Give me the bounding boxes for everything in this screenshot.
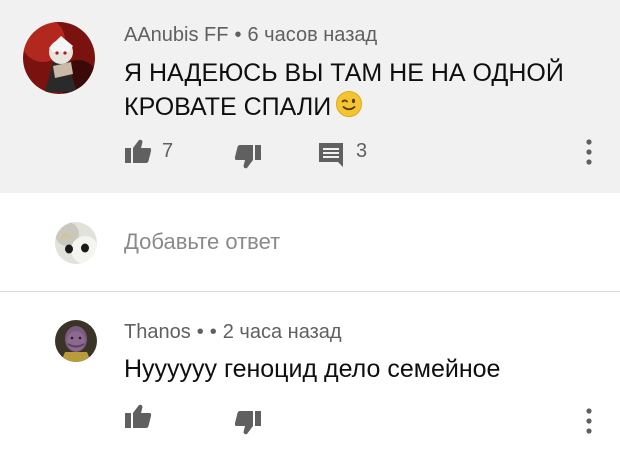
- comment-time: 6 часов назад: [247, 24, 378, 46]
- comment-text-line: КРОВАТЕ СПАЛИ: [124, 93, 332, 122]
- dislike-button[interactable]: [234, 144, 262, 170]
- comment-text-line: Я НАДЕЮСЬ ВЫ ТАМ НЕ НА ОДНОЙ: [124, 59, 564, 87]
- meta-separator: •: [234, 24, 242, 46]
- thumbs-up-icon: [124, 138, 152, 164]
- replies-button[interactable]: 3: [318, 139, 368, 168]
- comment-meta: Thanos • • 2 часа назад: [124, 321, 342, 344]
- comment-meta: AAnubis FF • 6 часов назад: [124, 24, 377, 47]
- more-options-icon[interactable]: [584, 138, 594, 171]
- add-reply-row: Добавьте ответ: [0, 193, 620, 292]
- winking-smiley-icon: [335, 90, 363, 127]
- like-button[interactable]: 7: [124, 138, 173, 164]
- author-name[interactable]: Thanos: [124, 321, 191, 343]
- author-name[interactable]: AAnubis FF: [124, 24, 228, 46]
- comment: Thanos • • 2 часа назад Нууууyy геноцид дел…: [0, 292, 620, 460]
- comment-bubble-icon: [318, 142, 344, 168]
- like-button[interactable]: [124, 403, 152, 429]
- comment-text: Я НАДЕЮСЬ ВЫ ТАМ НЕ НА ОДНОЙ КРОВАТЕ СПА…: [124, 56, 564, 127]
- comment-text: Нууууyy геноцид дело семейное: [124, 355, 501, 383]
- like-count: 7: [162, 139, 174, 162]
- meta-separator: •: [209, 321, 217, 343]
- more-options-icon[interactable]: [584, 407, 594, 440]
- thumbs-up-icon: [124, 403, 152, 429]
- avatar[interactable]: [55, 320, 97, 362]
- comment-text-line-with-emoji: КРОВАТЕ СПАЛИ: [124, 90, 564, 127]
- thumbs-down-icon: [234, 144, 262, 170]
- meta-separator: •: [196, 321, 204, 343]
- thumbs-down-icon: [234, 410, 262, 436]
- dislike-button[interactable]: [234, 410, 262, 436]
- avatar[interactable]: [23, 22, 95, 94]
- reply-count: 3: [356, 139, 368, 162]
- comment-time: 2 часа назад: [222, 321, 342, 343]
- add-reply-input[interactable]: Добавьте ответ: [124, 229, 280, 255]
- user-avatar: [55, 222, 97, 264]
- comment-highlighted: AAnubis FF • 6 часов назад Я НАДЕЮСЬ ВЫ ТА…: [0, 0, 620, 193]
